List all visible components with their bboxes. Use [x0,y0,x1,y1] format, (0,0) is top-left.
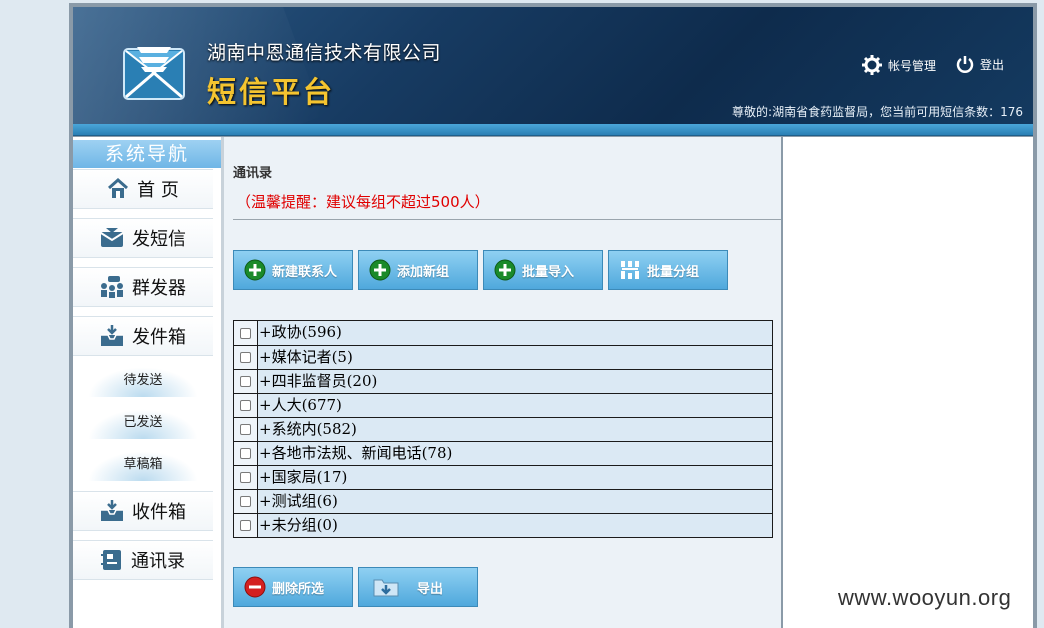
export-label: 导出 [417,581,444,597]
delete-selected-button[interactable]: 删除所选 [233,567,353,607]
watermark: www.wooyun.org [838,585,1012,610]
group-send-icon [101,276,123,298]
group-checkbox-cell [234,514,258,537]
header-band [73,124,1033,136]
group-row: +系统内(582) [234,417,772,441]
batch-group-label: 批量分组 [647,264,700,280]
outbox-icon [101,325,123,346]
group-label[interactable]: +各地市法规、新闻电话(78) [258,442,772,465]
group-checkbox[interactable] [240,424,251,435]
group-label[interactable]: +政协(596) [258,321,772,345]
group-checkbox[interactable] [240,496,251,507]
add-group-button[interactable]: 添加新组 [358,250,478,290]
batch-group-button[interactable]: 批量分组 [608,250,728,290]
header: 湖南中恩通信技术有限公司 短信平台 帐号管理 登出 尊敬的:湖南省食药监督局，您… [73,7,1033,124]
account-management-link[interactable]: 帐号管理 [862,55,936,75]
group-split-icon [621,261,639,279]
sidebar-item-home[interactable]: 首 页 [73,169,213,209]
contacts-icon [101,550,121,570]
greeting-text: 尊敬的:湖南省食药监督局，您当前可用短信条数：176 [732,105,1023,119]
sidebar-item-label: 收件箱 [132,502,186,523]
group-row: +政协(596) [234,321,772,345]
group-row: +人大(677) [234,393,772,417]
batch-import-button[interactable]: 批量导入 [483,250,603,290]
account-management-label: 帐号管理 [888,58,937,73]
new-contact-label: 新建联系人 [272,264,338,280]
sidebar-item-inbox[interactable]: 收件箱 [73,491,213,531]
minus-icon [244,576,266,598]
group-checkbox-cell [234,418,258,441]
contact-group-list: +政协(596) +媒体记者(5) +四非监督员(20) +人大(677) +系… [233,320,773,538]
envelope-icon [100,228,124,247]
outbox-pending[interactable]: 待发送 [73,359,213,397]
delete-selected-label: 删除所选 [272,581,325,597]
group-checkbox-cell [234,466,258,489]
group-checkbox[interactable] [240,520,251,531]
group-checkbox[interactable] [240,472,251,483]
sidebar-item-contacts[interactable]: 通讯录 [73,540,213,580]
sidebar-title: 系统导航 [73,140,221,168]
sidebar-item-send-sms[interactable]: 发短信 [73,218,213,258]
sidebar-item-label: 发件箱 [132,327,186,348]
group-label[interactable]: +国家局(17) [258,466,772,489]
group-row: +测试组(6) [234,489,772,513]
outbox-sent[interactable]: 已发送 [73,401,213,439]
group-label[interactable]: +未分组(0) [258,514,772,537]
sidebar-item-label: 发短信 [132,229,186,250]
group-checkbox-cell [234,394,258,417]
group-label[interactable]: +系统内(582) [258,418,772,441]
power-icon [956,56,974,73]
group-checkbox[interactable] [240,448,251,459]
group-row: +四非监督员(20) [234,369,772,393]
logo-envelope-icon [123,47,185,100]
batch-import-label: 批量导入 [522,264,575,280]
group-label[interactable]: +媒体记者(5) [258,346,772,369]
group-checkbox[interactable] [240,376,251,387]
group-checkbox-cell [234,370,258,393]
group-checkbox-cell [234,346,258,369]
group-label[interactable]: +四非监督员(20) [258,370,772,393]
group-checkbox[interactable] [240,352,251,363]
group-checkbox[interactable] [240,400,251,411]
inbox-icon [101,500,123,521]
new-contact-button[interactable]: 新建联系人 [233,250,353,290]
logout-label: 登出 [980,57,1005,72]
group-checkbox-cell [234,442,258,465]
page-title: 通讯录 [233,166,273,181]
group-label[interactable]: +人大(677) [258,394,772,417]
home-icon [108,178,129,198]
sidebar-item-label: 群发器 [132,278,186,299]
main-content: 通讯录 （温馨提醒：建议每组不超过500人） 新建联系人 添加新组 批量导入 批… [224,137,781,628]
group-row: +未分组(0) [234,513,772,537]
export-button[interactable]: 导出 [358,567,478,607]
group-row: +媒体记者(5) [234,345,772,369]
right-panel [783,137,1033,628]
group-row: +各地市法规、新闻电话(78) [234,441,772,465]
group-checkbox-cell [234,490,258,513]
add-group-label: 添加新组 [397,264,450,280]
plus-icon [369,259,391,281]
sidebar-item-outbox[interactable]: 发件箱 [73,316,213,356]
platform-title: 短信平台 [207,75,336,109]
plus-icon [244,259,266,281]
group-size-warning: （温馨提醒：建议每组不超过500人） [236,193,490,211]
title-divider [233,219,781,220]
group-checkbox[interactable] [240,327,251,339]
sidebar-item-group-sender[interactable]: 群发器 [73,267,213,307]
group-label[interactable]: +测试组(6) [258,490,772,513]
outbox-drafts[interactable]: 草稿箱 [73,443,213,481]
group-checkbox-cell [234,321,258,345]
plus-icon [494,259,516,281]
group-row: +国家局(17) [234,465,772,489]
sidebar-item-label: 首 页 [137,180,179,201]
logout-link[interactable]: 登出 [956,55,1004,73]
sidebar: 系统导航 首 页 发短信 群发器 发件箱 待发送 已发送 草稿箱 收件箱 通讯录 [73,137,221,628]
sidebar-item-label: 通讯录 [131,551,185,572]
company-name: 湖南中恩通信技术有限公司 [207,42,442,64]
folder-export-icon [373,579,399,597]
gear-icon [862,55,882,75]
